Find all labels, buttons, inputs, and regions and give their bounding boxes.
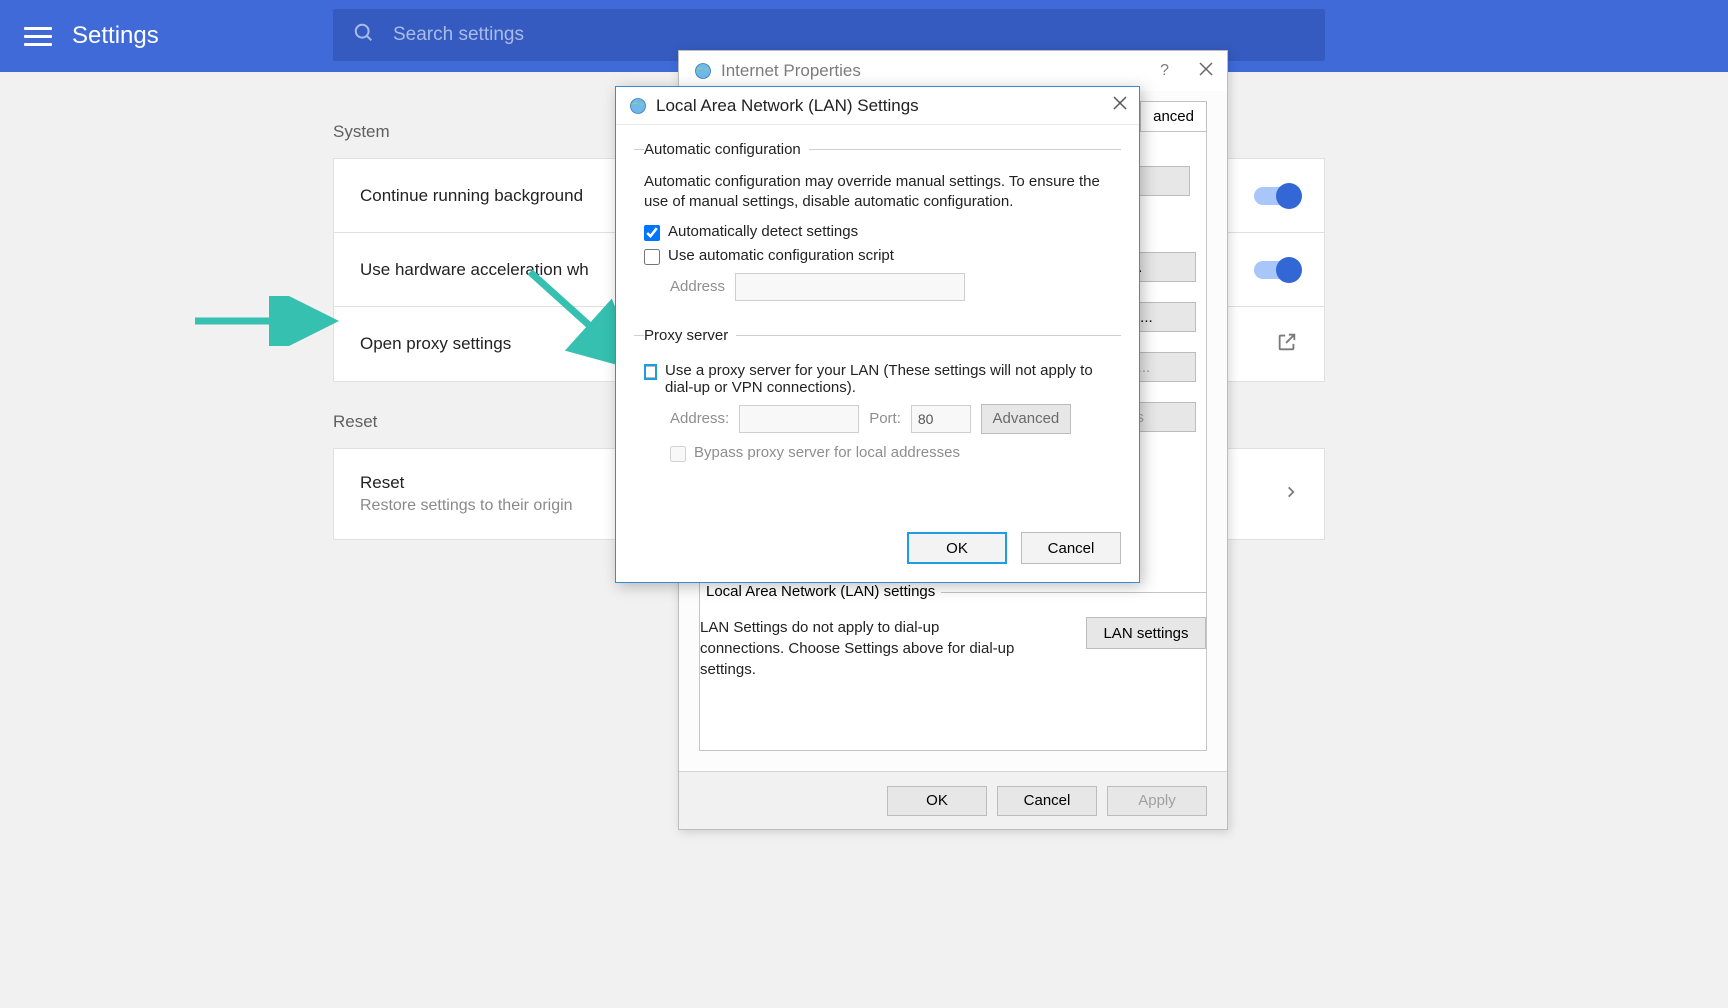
- tab-advanced[interactable]: anced: [1140, 101, 1207, 131]
- menu-icon[interactable]: [24, 22, 52, 50]
- cancel-button[interactable]: Cancel: [1021, 532, 1121, 564]
- help-icon[interactable]: ?: [1160, 62, 1169, 80]
- bypass-row[interactable]: Bypass proxy server for local addresses: [670, 444, 1121, 462]
- tabs: anced: [1140, 101, 1207, 131]
- lan-settings-button[interactable]: LAN settings: [1086, 617, 1206, 649]
- script-address-row: Address: [670, 273, 1121, 301]
- external-link-icon: [1276, 331, 1298, 358]
- automatic-configuration-group: Automatic configuration Automatic config…: [634, 141, 1121, 319]
- script-address-input[interactable]: [735, 273, 965, 301]
- use-script-row[interactable]: Use automatic configuration script: [644, 247, 1121, 265]
- page-title: Settings: [72, 22, 159, 50]
- ok-button[interactable]: OK: [887, 786, 987, 816]
- address-label: Address: [670, 278, 725, 295]
- use-proxy-row[interactable]: Use a proxy server for your LAN (These s…: [644, 362, 1121, 396]
- use-proxy-checkbox[interactable]: [644, 364, 657, 380]
- annotation-arrow-1: [190, 296, 340, 346]
- row-label: Use hardware acceleration wh: [360, 260, 589, 280]
- lan-dialog-footer: OK Cancel: [907, 532, 1121, 564]
- checkbox-label: Bypass proxy server for local addresses: [694, 444, 960, 461]
- close-icon[interactable]: [1199, 62, 1213, 81]
- search-input[interactable]: [393, 24, 1325, 46]
- bypass-checkbox[interactable]: [670, 446, 686, 462]
- lan-description: LAN Settings do not apply to dial-up con…: [700, 617, 1020, 680]
- close-icon[interactable]: [1113, 96, 1127, 115]
- proxy-server-group: Proxy server Use a proxy server for your…: [634, 327, 1121, 486]
- row-sublabel: Restore settings to their origin: [360, 497, 573, 515]
- checkbox-label: Use automatic configuration script: [668, 247, 894, 264]
- address-label: Address:: [670, 410, 729, 427]
- use-script-checkbox[interactable]: [644, 249, 660, 265]
- globe-icon: [693, 61, 713, 81]
- proxy-address-input[interactable]: [739, 405, 859, 433]
- chevron-right-icon: [1284, 485, 1298, 504]
- toggle-on[interactable]: [1254, 187, 1298, 205]
- lan-titlebar[interactable]: Local Area Network (LAN) Settings: [616, 87, 1139, 125]
- apply-button[interactable]: Apply: [1107, 786, 1207, 816]
- row-label: Open proxy settings: [360, 334, 511, 354]
- row-label: Reset: [360, 473, 573, 493]
- toggle-on[interactable]: [1254, 261, 1298, 279]
- dialog-title: Local Area Network (LAN) Settings: [656, 96, 919, 116]
- cancel-button[interactable]: Cancel: [997, 786, 1097, 816]
- lan-settings-dialog: Local Area Network (LAN) Settings Automa…: [615, 86, 1140, 583]
- group-description: Automatic configuration may override man…: [644, 172, 1121, 213]
- search-icon: [353, 22, 375, 49]
- auto-detect-row[interactable]: Automatically detect settings: [644, 223, 1121, 241]
- row-label: Continue running background: [360, 186, 583, 206]
- globe-icon: [628, 96, 648, 116]
- proxy-address-row: Address: Port: Advanced: [670, 404, 1121, 434]
- internet-properties-titlebar[interactable]: Internet Properties ?: [679, 51, 1227, 91]
- port-label: Port:: [869, 410, 901, 427]
- advanced-button[interactable]: Advanced: [981, 404, 1071, 434]
- checkbox-label: Automatically detect settings: [668, 223, 858, 240]
- proxy-port-input[interactable]: [911, 405, 971, 433]
- checkbox-label: Use a proxy server for your LAN (These s…: [665, 362, 1121, 396]
- dialog-title: Internet Properties: [721, 61, 861, 81]
- groupbox-title: Local Area Network (LAN) settings: [700, 583, 941, 600]
- group-legend: Automatic configuration: [644, 141, 809, 158]
- dialog-footer: OK Cancel Apply: [679, 771, 1227, 829]
- group-legend: Proxy server: [644, 327, 736, 344]
- ok-button[interactable]: OK: [907, 532, 1007, 564]
- auto-detect-checkbox[interactable]: [644, 225, 660, 241]
